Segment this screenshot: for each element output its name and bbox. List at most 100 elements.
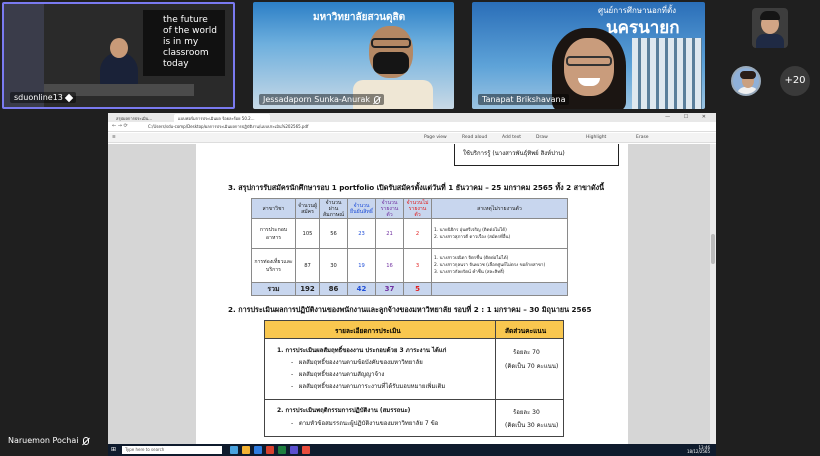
pdf-toolbar: [108, 133, 716, 143]
participant-avatar[interactable]: [731, 66, 761, 96]
participant-name-chip: Tanapat Brikshavana: [478, 94, 570, 105]
bullet-text: ผลสัมฤทธิ์ของงานตามสัญญาจ้าง: [298, 371, 385, 378]
item2-score: ร้อยละ 30: [513, 409, 540, 416]
pin-icon: [64, 93, 74, 102]
window-controls[interactable]: — ☐ ✕: [665, 114, 712, 120]
browser-tab-bar: สรุปผลการประเมิน... แบบฟอร์มการประเมินผล…: [108, 113, 716, 122]
header-detail: รายละเอียดการประเมิน: [335, 327, 401, 335]
cell-major: การท่องเที่ยวและบริการ: [251, 248, 296, 283]
section-heading-2: 2. การประเมินผลการปฏิบัติงานของพนักงานแล…: [228, 305, 592, 314]
reason-line: 1. นางสาวปณิดา จิตรชื่น (ติดต่อไม่ได้): [434, 256, 509, 261]
cell-passed: 30: [319, 248, 348, 283]
cell-reported: 21: [375, 218, 404, 249]
participant-name: sduonline13: [14, 93, 63, 102]
add-text-button[interactable]: Add text: [502, 135, 521, 140]
item1-bullet: - ผลสัมฤทธิ์ของงานตามสัญญาจ้าง: [291, 371, 385, 378]
background-banner-big: นครนายก: [606, 18, 680, 38]
item2-title: 2. การประเมินพฤติกรรมการปฏิบัติงาน (สมรร…: [277, 407, 411, 414]
cell-total-not-reported: 5: [403, 282, 432, 296]
cell-total-applicants: 192: [295, 282, 320, 296]
board-text: the future of the world is in my classro…: [163, 15, 217, 69]
page-view-button[interactable]: Page view: [424, 135, 447, 140]
browser-tab[interactable]: สรุปผลการประเมิน...: [112, 114, 172, 122]
background-banner: มหาวิทยาลัยสวนดุสิต: [313, 12, 406, 23]
background-board: the future of the world is in my classro…: [143, 10, 225, 76]
cell-applicants: 105: [295, 218, 320, 249]
cell-total-label: รวม: [251, 282, 296, 296]
cell-confirmed: 23: [347, 218, 376, 249]
participant-face: [564, 38, 614, 96]
table-row: การประกอบอาหาร 105 56 23 21 2 1. นายนิธิ…: [251, 218, 568, 249]
video-tile-tanapat[interactable]: ศูนย์การศึกษานอกที่ตั้ง นครนายก Tanapat …: [472, 2, 705, 109]
app-icon[interactable]: [278, 446, 286, 454]
edge-browser-icon[interactable]: [254, 446, 262, 454]
table-header-row: สาขาวิชา จำนวนผู้สมัคร จำนวนผ่านสัมภาษณ์…: [251, 198, 568, 219]
cell-total-empty: [431, 282, 568, 296]
item1-score: ร้อยละ 70: [513, 349, 540, 356]
header-cell: จำนวนผู้สมัคร: [295, 198, 320, 219]
cell-not-reported: 3: [403, 248, 432, 283]
avatar-hair: [740, 71, 756, 79]
scrollbar-thumb[interactable]: [711, 234, 715, 264]
video-tile-sduonline13[interactable]: the future of the world is in my classro…: [2, 2, 235, 109]
text-box: ใช้บริการรู้ (นางสาวพันธุ์ทิพย์ สิงห์ปาน…: [454, 144, 619, 166]
applicants-table: สาขาวิชา จำนวนผู้สมัคร จำนวนผ่านสัมภาษณ์…: [251, 198, 568, 296]
header-cell: จำนวนไม่รายงานตัว: [403, 198, 432, 219]
bullet-text: ผลสัมฤทธิ์ของงานตามข้อบังคับของมหาวิทยาล…: [298, 359, 423, 366]
taskbar-clock[interactable]: 13:46 18/12/2565: [687, 446, 710, 454]
app-icon[interactable]: [302, 446, 310, 454]
task-view-icon[interactable]: [230, 446, 238, 454]
reason-line: 2. นางสาวกุลนรา จันทเวช (เลือกศูนย์ไม่ตร…: [434, 263, 546, 268]
browser-tab-active[interactable]: แบบฟอร์มการประเมินผล ร้อยละร้อย 50.2...: [174, 114, 270, 122]
avatar-body: [737, 87, 759, 94]
clock-date: 18/12/2565: [686, 449, 710, 454]
participant-name: Naruemon Pochai: [8, 436, 79, 445]
participant-name: Tanapat Brikshavana: [482, 95, 566, 104]
table-row: การท่องเที่ยวและบริการ 87 30 19 16 3 1. …: [251, 248, 568, 283]
participant-name-chip: Jessadaporn Sunka-Anurak: [259, 94, 384, 105]
contents-icon[interactable]: ≡: [112, 135, 116, 140]
bottom-participant-name-chip: Naruemon Pochai: [8, 436, 89, 445]
file-explorer-icon[interactable]: [242, 446, 250, 454]
mic-muted-icon: [374, 95, 380, 104]
draw-button[interactable]: Draw: [536, 135, 548, 140]
header-cell: จำนวนผ่านสัมภาษณ์: [319, 198, 348, 219]
nav-buttons-icon[interactable]: ← → ⟳: [112, 123, 128, 129]
table-total-row: รวม 192 86 42 37 5: [251, 282, 568, 296]
glasses: [566, 56, 612, 66]
highlight-button[interactable]: Highlight: [586, 135, 606, 140]
evaluation-table-header: รายละเอียดการประเมิน สัดส่วนคะแนน: [265, 321, 563, 339]
bullet-text: ผลสัมฤทธิ์ของงานตามภาระงานที่ได้รับมอบหม…: [298, 383, 446, 390]
pdf-viewport[interactable]: ใช้บริการรู้ (นางสาวพันธุ์ทิพย์ สิงห์ปาน…: [108, 144, 716, 456]
shared-screen: สรุปผลการประเมิน... แบบฟอร์มการประเมินผล…: [108, 113, 716, 456]
video-tile-jessadaporn[interactable]: มหาวิทยาลัยสวนดุสิต Jessadaporn Sunka-An…: [253, 2, 454, 109]
erase-button[interactable]: Erase: [636, 135, 649, 140]
participant-name: Jessadaporn Sunka-Anurak: [263, 95, 370, 104]
participant-avatar-video[interactable]: [752, 8, 788, 48]
evaluation-table: รายละเอียดการประเมิน สัดส่วนคะแนน 1. การ…: [264, 320, 564, 437]
cell-passed: 56: [319, 218, 348, 249]
reason-line: 1. นายนิธิกร อุ่นศรีเจริญ (ติดต่อไม่ได้): [434, 227, 507, 233]
section-heading-1: 3. สรุปการรับสมัครนักศึกษารอบ 1 portfoli…: [228, 183, 605, 192]
face-mask: [373, 52, 409, 74]
taskbar-search-input[interactable]: Type here to search: [122, 446, 222, 454]
more-participants-button[interactable]: +20: [780, 66, 810, 96]
participant-head: [110, 38, 128, 58]
scrollbar[interactable]: [710, 144, 716, 456]
bullet-text: ตามหัวข้อสมรรถนะผู้ปฏิบัติงานของมหาวิทยา…: [298, 420, 439, 427]
item2-score-note: (คิดเป็น 30 คะแนน): [505, 422, 559, 429]
cell-total-confirmed: 42: [347, 282, 376, 296]
app-icon[interactable]: [266, 446, 274, 454]
read-aloud-button[interactable]: Read aloud: [462, 135, 487, 140]
windows-taskbar: ⊞ Type here to search 13:46 18/12/2565: [108, 444, 716, 456]
windows-start-icon[interactable]: ⊞: [111, 446, 119, 454]
cell-total-reported: 37: [375, 282, 404, 296]
cell-major: การประกอบอาหาร: [251, 218, 296, 249]
mic-muted-icon: [82, 436, 89, 445]
cell-applicants: 87: [295, 248, 320, 283]
teams-icon[interactable]: [290, 446, 298, 454]
participant-name-chip: sduonline13: [10, 92, 76, 103]
url-field[interactable]: C:/Users/sdu-comp/Desktop/ผลการประเมินผล…: [148, 123, 588, 131]
table-divider: [265, 399, 563, 400]
item2-bullet: - ตามหัวข้อสมรรถนะผู้ปฏิบัติงานของมหาวิท…: [291, 420, 439, 427]
